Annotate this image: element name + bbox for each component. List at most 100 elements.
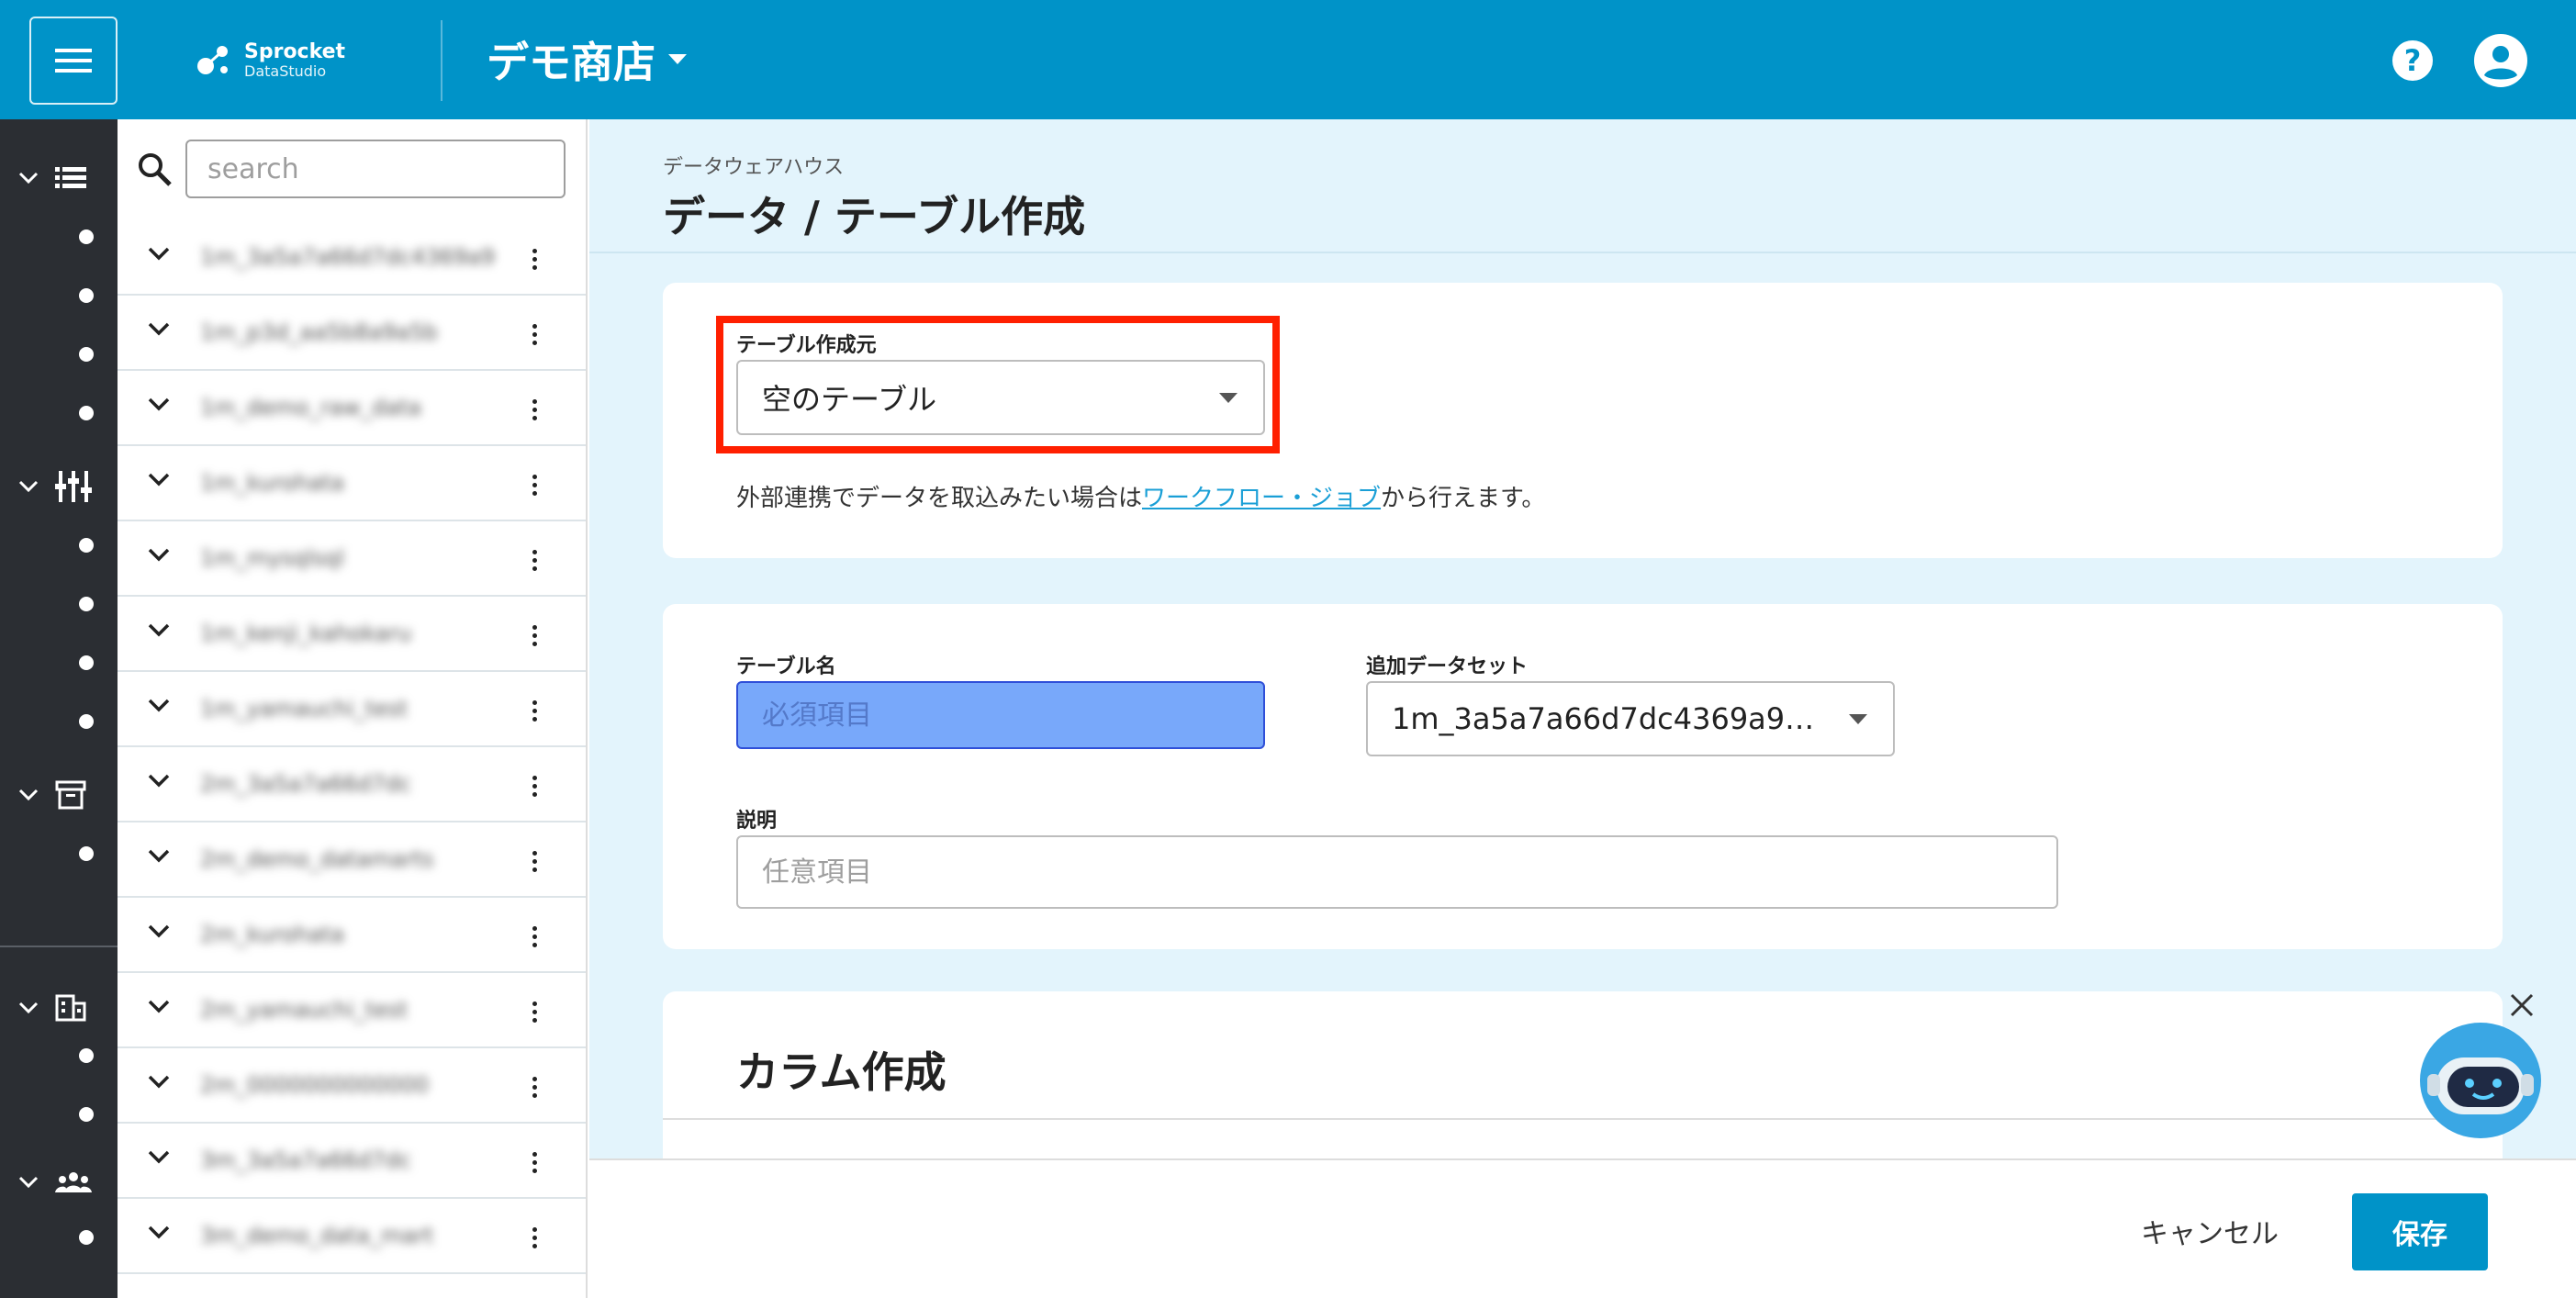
tree-item-label[interactable]: 1m_mysqlsql <box>200 545 494 573</box>
dataset-select[interactable]: 1m_3a5a7a66d7dc4369a9… <box>1366 681 1895 756</box>
save-button[interactable]: 保存 <box>2352 1193 2488 1270</box>
tree-item-label[interactable]: 2m_0000000000000 <box>200 1072 494 1100</box>
tree-item[interactable]: 1m_demo_raw_data <box>118 371 586 446</box>
nav-section-pipeline[interactable] <box>0 466 118 507</box>
tree-item-label[interactable]: 1m_kenji_kahokaru <box>200 621 494 648</box>
chevron-down-icon[interactable] <box>147 1225 171 1239</box>
tree-item[interactable]: 1m_yamauchi_test <box>118 672 586 747</box>
more-options-icon[interactable] <box>525 1219 543 1256</box>
more-options-icon[interactable] <box>525 1069 543 1105</box>
table-source-card: テーブル作成元 空のテーブル 外部連携でデータを取込みたい場合はワークフロー・ジ… <box>663 283 2503 558</box>
chevron-down-icon[interactable] <box>147 773 171 788</box>
tree-item[interactable]: 2m_3a5a7a66d7dc <box>118 747 586 822</box>
tree-item-label[interactable]: 1m_p3d_aa5b8a9a5b <box>200 319 494 347</box>
tree-item[interactable]: 2m_yamauchi_test <box>118 973 586 1048</box>
nav-subitem-dot[interactable] <box>79 406 94 420</box>
more-options-icon[interactable] <box>525 316 543 352</box>
help-icon[interactable]: ? <box>2392 40 2433 81</box>
more-options-icon[interactable] <box>525 542 543 578</box>
more-options-icon[interactable] <box>525 1144 543 1181</box>
nav-subitem-dot[interactable] <box>79 1107 94 1122</box>
store-selector[interactable]: デモ商店 <box>487 28 687 92</box>
nav-section-archive[interactable] <box>0 775 118 815</box>
tree-item-label[interactable]: 3m_demo_data_mart <box>200 1223 494 1250</box>
chevron-down-icon[interactable] <box>147 848 171 863</box>
more-options-icon[interactable] <box>525 993 543 1030</box>
nav-subitem-dot[interactable] <box>79 846 94 861</box>
more-options-icon[interactable] <box>525 918 543 955</box>
tree-item[interactable]: 1m_mysqlsql <box>118 521 586 597</box>
chatbot-launcher[interactable] <box>2420 1023 2541 1138</box>
chevron-down-icon[interactable] <box>147 1149 171 1164</box>
chevron-down-icon[interactable] <box>147 923 171 938</box>
tree-item-label[interactable]: 1m_3a5a7a66d7dc4369a9 <box>200 244 494 272</box>
more-options-icon[interactable] <box>525 692 543 729</box>
page-title: データ / テーブル作成 <box>663 192 1086 241</box>
more-options-icon[interactable] <box>525 843 543 879</box>
tree-item-label[interactable]: 1m_yamauchi_test <box>200 696 494 723</box>
close-icon[interactable] <box>2506 990 2537 1021</box>
table-name-input[interactable] <box>736 681 1265 749</box>
building-icon <box>55 994 86 1022</box>
nav-section-users[interactable] <box>0 1162 118 1203</box>
main-content: データウェアハウス データ / テーブル作成 テーブル作成元 空のテーブル 外部… <box>589 119 2576 1298</box>
chevron-down-icon[interactable] <box>147 1074 171 1089</box>
nav-subitem-dot[interactable] <box>79 538 94 553</box>
chevron-down-icon[interactable] <box>147 622 171 637</box>
nav-section-datawarehouse[interactable] <box>0 158 118 198</box>
tree-item-label[interactable]: 1m_kurohata <box>200 470 494 498</box>
more-options-icon[interactable] <box>525 241 543 277</box>
tree-item-label[interactable]: 2m_kurohata <box>200 922 494 949</box>
tree-item[interactable]: 3m_demo_data_mart <box>118 1199 586 1274</box>
search-input[interactable] <box>185 140 566 198</box>
chevron-down-icon[interactable] <box>147 999 171 1013</box>
nav-subitem-dot[interactable] <box>79 714 94 729</box>
chevron-down-icon[interactable] <box>147 698 171 712</box>
menu-button[interactable] <box>29 17 118 105</box>
tree-item[interactable]: 2m_kurohata <box>118 898 586 973</box>
tree-item[interactable]: 3m_3a5a7a66d7dc <box>118 1124 586 1199</box>
tree-item[interactable]: 1m_3a5a7a66d7dc4369a9 <box>118 220 586 296</box>
workflow-hint: 外部連携でデータを取込みたい場合はワークフロー・ジョブから行えます。 <box>736 479 1545 513</box>
account-icon[interactable] <box>2473 33 2528 88</box>
breadcrumb[interactable]: データウェアハウス <box>663 151 844 180</box>
nav-section-organization[interactable] <box>0 988 118 1028</box>
tree-item-label[interactable]: 2m_yamauchi_test <box>200 997 494 1024</box>
chevron-down-icon[interactable] <box>147 246 171 261</box>
table-source-select[interactable]: 空のテーブル <box>736 360 1265 435</box>
nav-subitem-dot[interactable] <box>79 288 94 303</box>
more-options-icon[interactable] <box>525 767 543 804</box>
chevron-down-icon[interactable] <box>147 321 171 336</box>
description-label: 説明 <box>736 810 778 833</box>
chevron-down-icon[interactable] <box>147 472 171 487</box>
nav-subitem-dot[interactable] <box>79 655 94 670</box>
tree-item-label[interactable]: 2m_3a5a7a66d7dc <box>200 771 494 799</box>
nav-subitem-dot[interactable] <box>79 229 94 244</box>
tree-item-label[interactable]: 1m_demo_raw_data <box>200 395 494 422</box>
table-name-label: テーブル名 <box>736 655 836 678</box>
tree-item[interactable]: 1m_kurohata <box>118 446 586 521</box>
nav-subitem-dot[interactable] <box>79 597 94 611</box>
tree-item[interactable]: 2m_0000000000000 <box>118 1048 586 1124</box>
workflow-job-link[interactable]: ワークフロー・ジョブ <box>1142 485 1381 512</box>
more-options-icon[interactable] <box>525 391 543 428</box>
tree-item-label[interactable]: 3m_3a5a7a66d7dc <box>200 1147 494 1175</box>
nav-subitem-dot[interactable] <box>79 1230 94 1245</box>
tree-item-label[interactable]: 2m_demo_datamarts <box>200 846 494 874</box>
chevron-down-icon[interactable] <box>147 547 171 562</box>
tree-item[interactable]: 1m_p3d_aa5b8a9a5b <box>118 296 586 371</box>
more-options-icon[interactable] <box>525 617 543 654</box>
more-options-icon[interactable] <box>525 466 543 503</box>
tree-item[interactable]: 1m_kenji_kahokaru <box>118 597 586 672</box>
nav-subitem-dot[interactable] <box>79 1048 94 1063</box>
nav-subitem-dot[interactable] <box>79 347 94 362</box>
description-input[interactable] <box>736 835 2058 909</box>
chevron-down-icon[interactable] <box>147 397 171 411</box>
cancel-button[interactable]: キャンセル <box>2141 1208 2279 1254</box>
hamburger-icon <box>55 49 92 73</box>
dataset-tree-list: 1m_3a5a7a66d7dc4369a9 1m_p3d_aa5b8a9a5b 1m… <box>118 220 586 1274</box>
logo-name: Sprocket <box>244 40 346 63</box>
hint-text-before: 外部連携でデータを取込みたい場合は <box>736 485 1143 512</box>
tree-item[interactable]: 2m_demo_datamarts <box>118 822 586 898</box>
app-logo[interactable]: Sprocket DataStudio <box>193 35 345 86</box>
